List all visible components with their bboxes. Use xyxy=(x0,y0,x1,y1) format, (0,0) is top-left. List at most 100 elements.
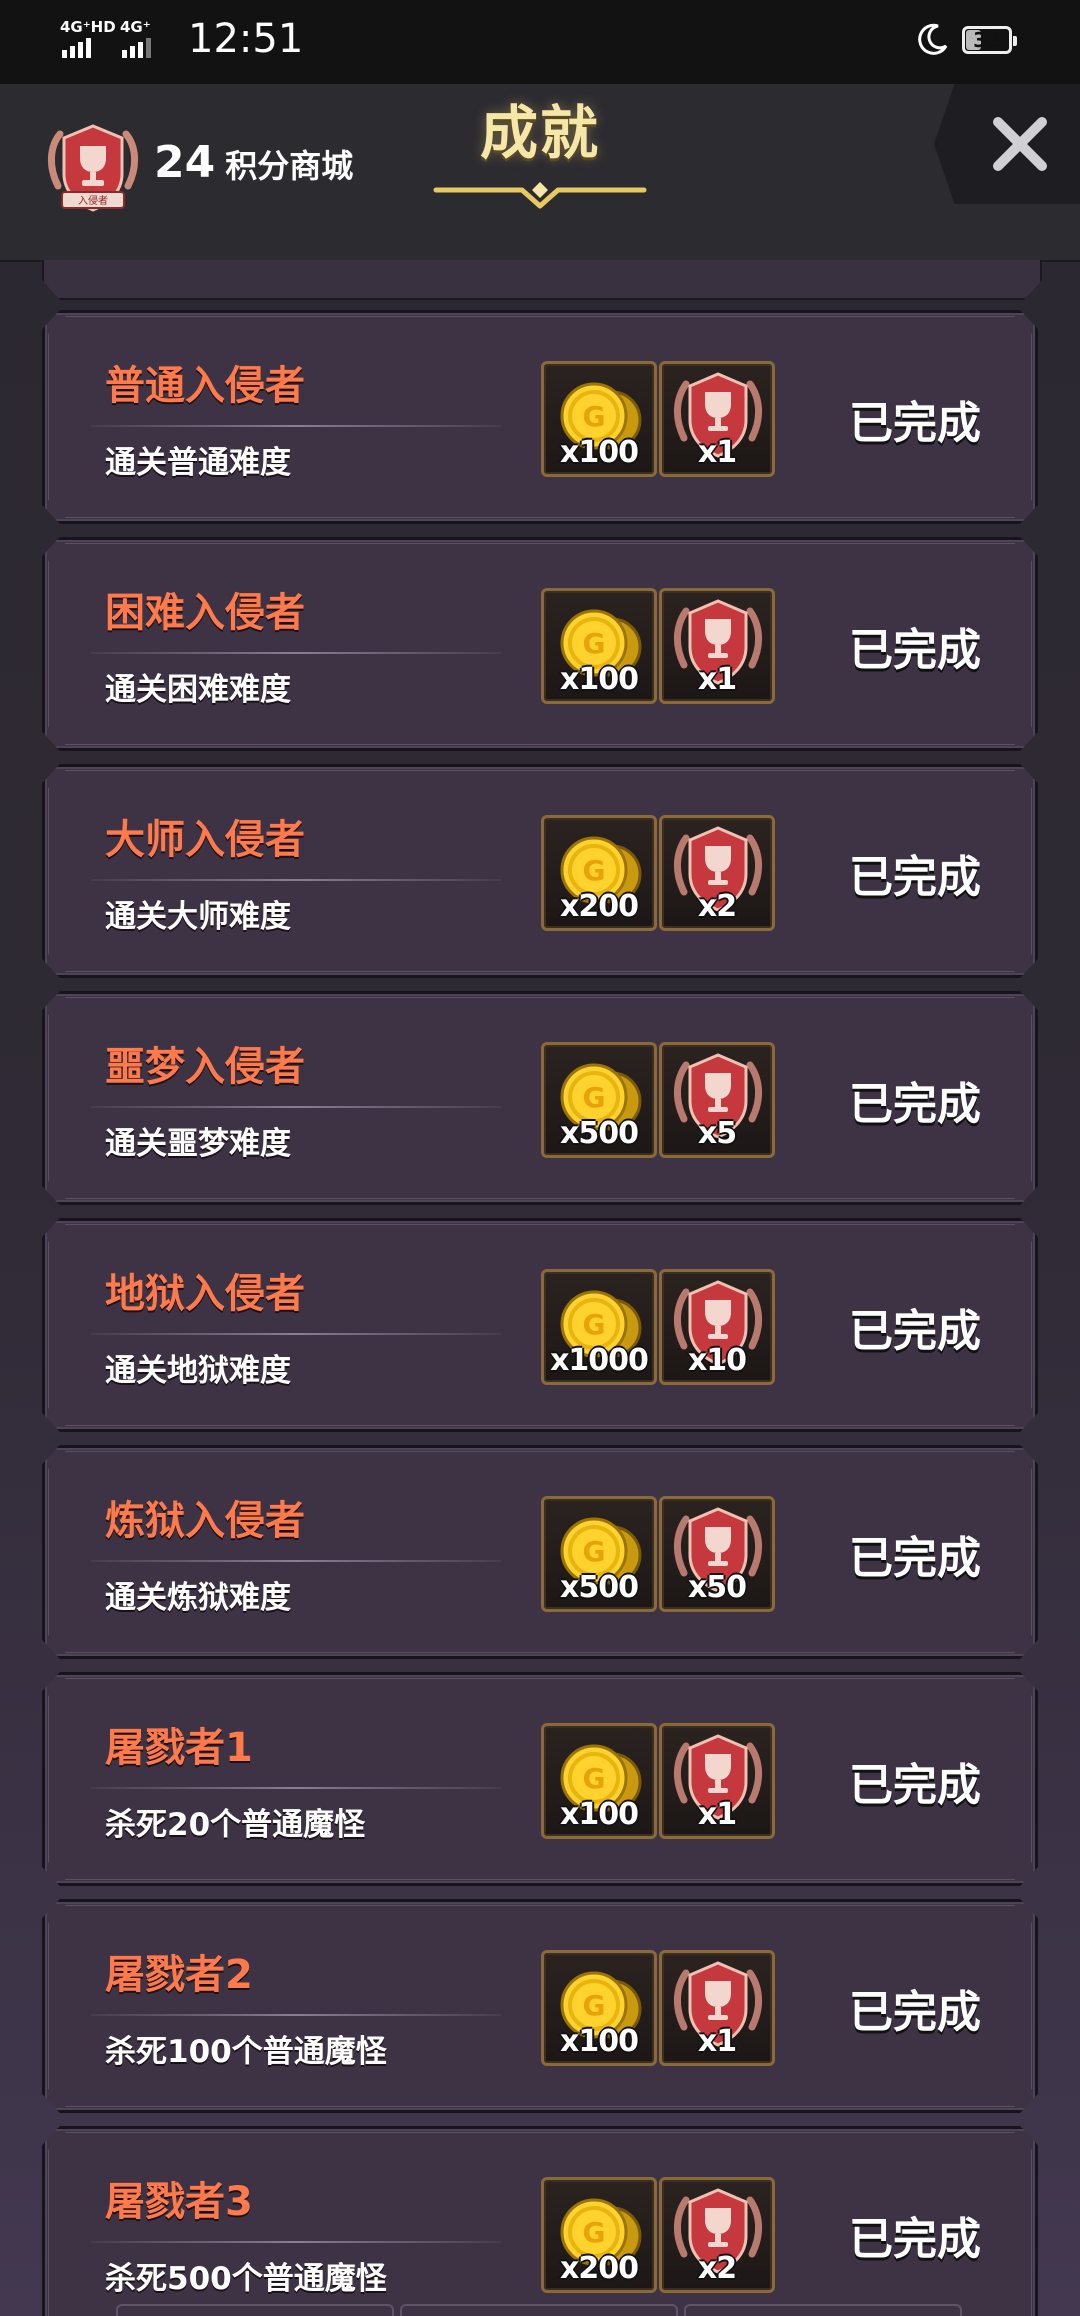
bottom-card-edge xyxy=(116,2304,962,2316)
achievement-description: 杀死500个普通魔怪 xyxy=(105,2261,387,2297)
reward-gold[interactable]: Gx200 xyxy=(541,2177,657,2293)
achievement-description: 通关噩梦难度 xyxy=(105,1126,291,1162)
reward-trophy-qty: x10 xyxy=(687,1343,747,1378)
achievement-card[interactable]: 屠戮者3 杀死500个普通魔怪 Gx200 x2 已完成 xyxy=(42,2126,1038,2316)
achievement-description: 通关困难难度 xyxy=(105,672,291,708)
reward-gold[interactable]: Gx500 xyxy=(541,1496,657,1612)
clock: 12:51 xyxy=(188,16,304,62)
status-completed: 已完成 xyxy=(849,625,981,676)
achievement-list[interactable]: 普通入侵者 通关普通难度 Gx100 x1 已完成 困难入侵者 通关困难难度 Gx100 x1 已… xyxy=(0,260,1080,2316)
trophy-badge-avatar[interactable]: 入侵者 xyxy=(40,116,146,222)
status-completed: 已完成 xyxy=(849,852,981,903)
achievement-card[interactable]: 炼狱入侵者通关炼狱难度 Gx500 x50 已完成 xyxy=(42,1445,1038,1659)
reward-trophy-qty: x50 xyxy=(687,1570,747,1605)
achievement-name: 困难入侵者 xyxy=(105,590,305,636)
divider xyxy=(91,1560,501,1562)
header: 入侵者 24 积分商城 成就 xyxy=(0,84,1080,262)
reward-gold-qty: x100 xyxy=(560,1797,639,1832)
achievement-card[interactable]: 普通入侵者通关普通难度 Gx100 x1 已完成 xyxy=(42,310,1038,524)
svg-text:G: G xyxy=(583,1989,606,2022)
reward-trophy[interactable]: x1 xyxy=(659,588,775,704)
achievement-description: 通关普通难度 xyxy=(105,445,291,481)
reward-trophy-qty: x1 xyxy=(697,662,737,697)
achievement-card[interactable]: 屠戮者1 杀死20个普通魔怪 Gx100 x1 已完成 xyxy=(42,1672,1038,1886)
achievement-card[interactable]: 大师入侵者 通关大师难度 Gx200 x2 已完成 xyxy=(42,764,1038,978)
reward-gold[interactable]: Gx100 xyxy=(541,1723,657,1839)
reward-trophy[interactable]: x2 xyxy=(659,815,775,931)
signal-1-label: 4G⁺HD xyxy=(60,18,116,36)
svg-text:G: G xyxy=(583,1535,606,1568)
reward-trophy[interactable]: x50 xyxy=(659,1496,775,1612)
status-completed: 已完成 xyxy=(849,398,981,449)
achievement-name: 炼狱入侵者 xyxy=(105,1498,305,1544)
achievement-card-partial xyxy=(42,260,1042,300)
divider xyxy=(91,1787,501,1789)
svg-text:G: G xyxy=(583,1308,606,1341)
battery-icon: 33 xyxy=(962,26,1017,54)
svg-text:G: G xyxy=(583,627,606,660)
avatar-badge-text: 入侵者 xyxy=(78,195,108,207)
achievement-name: 屠戮者3 xyxy=(105,2179,253,2225)
divider xyxy=(91,1333,501,1335)
reward-trophy-qty: x1 xyxy=(697,435,737,470)
reward-gold-qty: x100 xyxy=(560,662,639,697)
svg-text:G: G xyxy=(583,400,606,433)
battery-level: 33 xyxy=(973,28,1001,52)
points-display[interactable]: 24 积分商城 xyxy=(154,128,353,201)
reward-trophy[interactable]: x1 xyxy=(659,361,775,477)
achievement-card[interactable]: 地狱入侵者通关地狱难度 Gx1000 x10 已完成 xyxy=(42,1218,1038,1432)
reward-trophy-qty: x2 xyxy=(697,2251,737,2286)
svg-text:G: G xyxy=(583,854,606,887)
moon-icon xyxy=(918,23,948,55)
reward-gold[interactable]: Gx1000 xyxy=(541,1269,657,1385)
reward-trophy[interactable]: x10 xyxy=(659,1269,775,1385)
achievement-card[interactable]: 屠戮者2 杀死100个普通魔怪 Gx100 x1 已完成 xyxy=(42,1899,1038,2113)
points-value: 24 xyxy=(154,137,216,188)
achievement-description: 杀死20个普通魔怪 xyxy=(105,1807,366,1843)
divider xyxy=(91,1106,501,1108)
achievement-card[interactable]: 困难入侵者通关困难难度 Gx100 x1 已完成 xyxy=(42,537,1038,751)
svg-text:G: G xyxy=(583,1081,606,1114)
divider xyxy=(91,652,501,654)
page-title: 成就 xyxy=(479,99,600,167)
achievement-description: 通关大师难度 xyxy=(105,899,291,935)
achievement-name: 地狱入侵者 xyxy=(105,1271,305,1317)
reward-gold[interactable]: Gx200 xyxy=(541,815,657,931)
reward-gold[interactable]: Gx500 xyxy=(541,1042,657,1158)
divider xyxy=(91,2014,501,2016)
achievement-description: 通关地狱难度 xyxy=(105,1353,291,1389)
divider xyxy=(91,425,501,427)
reward-trophy[interactable]: x1 xyxy=(659,1723,775,1839)
status-completed: 已完成 xyxy=(849,1079,981,1130)
divider xyxy=(91,879,501,881)
reward-trophy-qty: x2 xyxy=(697,889,737,924)
close-button[interactable] xyxy=(934,84,1080,204)
achievement-name: 噩梦入侵者 xyxy=(105,1044,305,1090)
reward-gold-qty: x200 xyxy=(560,2251,639,2286)
reward-gold-qty: x100 xyxy=(560,2024,639,2059)
achievement-name: 普通入侵者 xyxy=(105,363,305,409)
svg-text:G: G xyxy=(583,1762,606,1795)
achievement-card[interactable]: 噩梦入侵者 通关噩梦难度 Gx500 x5 已完成 xyxy=(42,991,1038,1205)
achievement-description: 通关炼狱难度 xyxy=(105,1580,291,1616)
divider xyxy=(91,2241,501,2243)
reward-gold-qty: x100 xyxy=(560,435,639,470)
reward-trophy[interactable]: x2 xyxy=(659,2177,775,2293)
achievement-name: 屠戮者2 xyxy=(105,1952,253,1998)
achievement-name: 屠戮者1 xyxy=(105,1725,253,1771)
status-completed: 已完成 xyxy=(849,1306,981,1357)
status-completed: 已完成 xyxy=(849,1533,981,1584)
reward-gold-qty: x500 xyxy=(560,1116,639,1151)
title-ornament xyxy=(433,182,647,209)
signal-icon: 4G⁺HD xyxy=(60,18,116,58)
reward-trophy[interactable]: x1 xyxy=(659,1950,775,2066)
reward-trophy[interactable]: x5 xyxy=(659,1042,775,1158)
status-completed: 已完成 xyxy=(849,2214,981,2265)
reward-gold[interactable]: Gx100 xyxy=(541,361,657,477)
reward-gold[interactable]: Gx100 xyxy=(541,588,657,704)
signal-icon: 4G⁺ xyxy=(120,18,172,58)
points-shop-link[interactable]: 积分商城 xyxy=(225,147,353,185)
reward-gold[interactable]: Gx100 xyxy=(541,1950,657,2066)
achievement-description: 杀死100个普通魔怪 xyxy=(105,2034,387,2070)
status-bar: 4G⁺HD 4G⁺ 12:51 33 xyxy=(0,0,1080,84)
